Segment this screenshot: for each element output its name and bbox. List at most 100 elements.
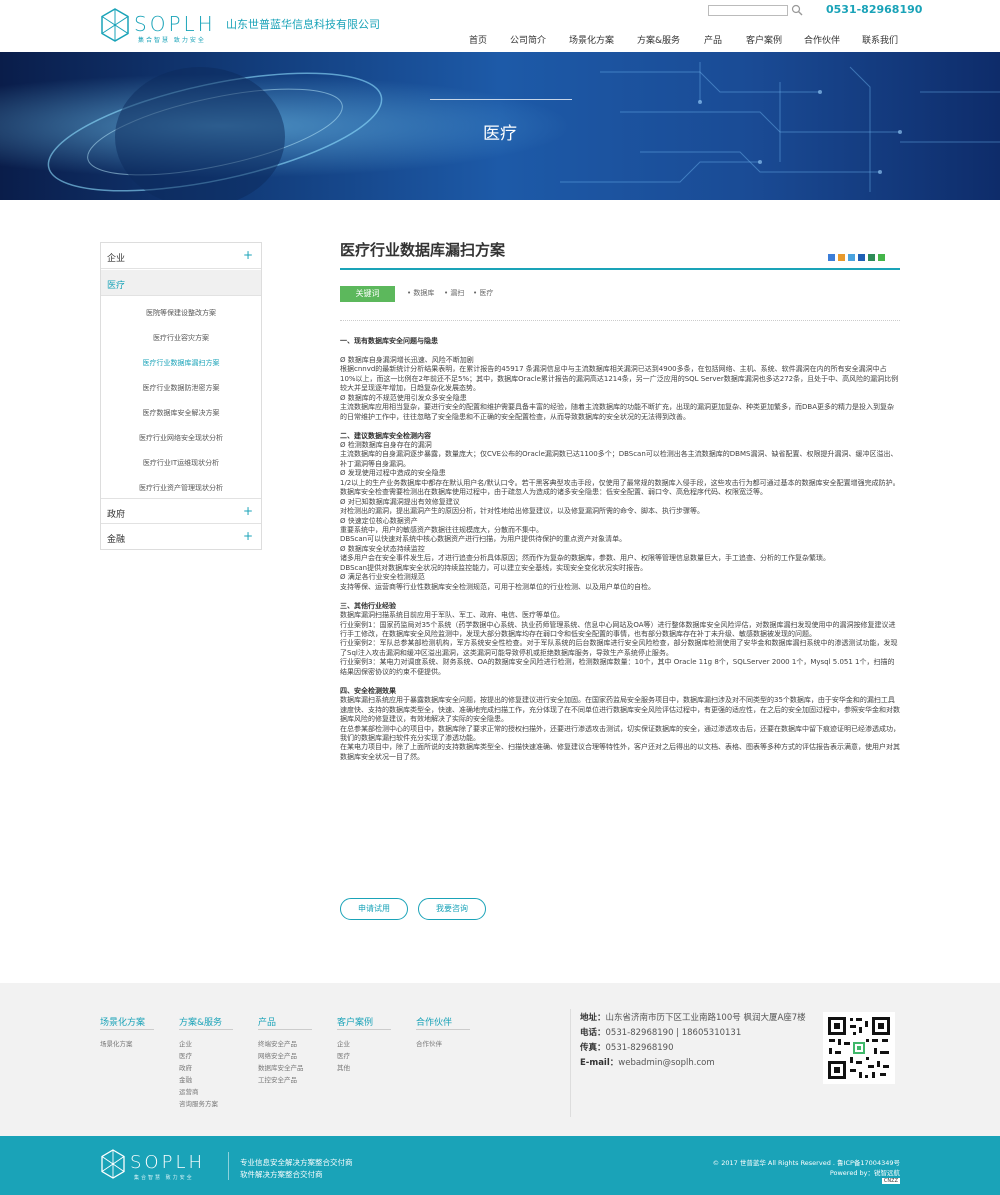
contact-value[interactable]: webadmin@soplh.com bbox=[618, 1058, 714, 1068]
contact-label: 传真： bbox=[580, 1043, 606, 1053]
contact-value: 0531-82968190 bbox=[605, 1043, 674, 1053]
bottom-bar: SOPLH 集合智慧 致力安全 专业信息安全解决方案整合交付商 软件解决方案整合… bbox=[0, 1136, 1000, 1195]
footer-link[interactable]: 其他 bbox=[337, 1062, 350, 1072]
sidebar-cat-medical[interactable]: 医疗 bbox=[101, 270, 261, 296]
banner-rule bbox=[430, 99, 572, 100]
sidebar-cat-enterprise[interactable]: 企业 + bbox=[101, 243, 261, 269]
sidebar-sub-item[interactable]: 医疗行业IT运维现状分析 bbox=[101, 458, 261, 468]
nav-scenarios[interactable]: 场景化方案 bbox=[569, 33, 614, 46]
footer-col-title[interactable]: 方案&服务 bbox=[179, 1015, 222, 1028]
footer-link[interactable]: 工控安全产品 bbox=[258, 1074, 297, 1084]
sidebar-cat-finance[interactable]: 金融 + bbox=[101, 524, 261, 550]
contact-label: 电话： bbox=[580, 1028, 606, 1038]
paragraph: 数据库漏扫系统应用于暴露数据库安全问题，按提出的修复建议进行安全加固。在国家药监… bbox=[340, 696, 900, 724]
paragraph: 行业案例1：国家药监局对35个系统（药学数据中心系统、执业药师管理系统、信息中心… bbox=[340, 620, 896, 638]
sidebar-sub-item[interactable]: 医疗行业容灾方案 bbox=[101, 333, 261, 343]
nav-products[interactable]: 产品 bbox=[704, 33, 722, 46]
sidebar-sub-item[interactable]: 医疗数据库安全解决方案 bbox=[101, 408, 261, 418]
share-wechat-icon[interactable] bbox=[878, 254, 885, 261]
share-qzone-icon[interactable] bbox=[828, 254, 835, 261]
article-title: 医疗行业数据库漏扫方案 bbox=[340, 241, 506, 259]
paragraph: 根据cnnvd的最新统计分析结果表明，在累计报告的45917 条漏洞信息中与主流… bbox=[340, 365, 899, 393]
article-body: 一、现有数据库安全问题与隐患 Ø 数据库自身漏洞增长迅速、风险不断加剧 根据cnnv… bbox=[340, 337, 900, 762]
title-rule bbox=[340, 268, 900, 270]
share-renren-icon[interactable] bbox=[858, 254, 865, 261]
search-icon[interactable] bbox=[791, 4, 803, 16]
footer-link[interactable]: 金融 bbox=[179, 1074, 192, 1084]
footer-link[interactable]: 医疗 bbox=[179, 1050, 192, 1060]
paragraph: Ø 数据库安全状态持续监控 bbox=[340, 544, 425, 553]
nav-contact[interactable]: 联系我们 bbox=[862, 33, 898, 46]
plus-icon[interactable]: + bbox=[243, 505, 253, 517]
apply-trial-button[interactable]: 申请试用 bbox=[340, 898, 408, 920]
paragraph: Ø 对已知数据库漏洞提出有效修复建议 bbox=[340, 497, 460, 506]
footer-link[interactable]: 网络安全产品 bbox=[258, 1050, 297, 1060]
cnzz-badge[interactable]: CNZZ bbox=[881, 1178, 900, 1184]
footer-col-title[interactable]: 场景化方案 bbox=[100, 1015, 145, 1028]
page-banner: 医疗 bbox=[0, 52, 1000, 200]
hotline-phone: 0531-82968190 bbox=[826, 3, 923, 16]
footer-col-title[interactable]: 产品 bbox=[258, 1015, 276, 1028]
banner-title: 医疗 bbox=[483, 124, 517, 144]
nav-cases[interactable]: 客户案例 bbox=[746, 33, 782, 46]
keyword-tag[interactable]: • 数据库 bbox=[407, 288, 434, 298]
keyword-tag[interactable]: • 漏扫 bbox=[444, 288, 464, 298]
powered-by[interactable]: Powered by：锐智远航 bbox=[830, 1167, 900, 1177]
paragraph: DBScan提供对数据库安全状况的持续监控能力，可以建立安全基线，实现安全变化状… bbox=[340, 563, 648, 572]
share-bar bbox=[828, 251, 888, 261]
footer-col-title[interactable]: 合作伙伴 bbox=[416, 1015, 452, 1028]
nav-about[interactable]: 公司简介 bbox=[510, 33, 546, 46]
sidebar-sub-item[interactable]: 医疗行业资产管理现状分析 bbox=[101, 483, 261, 493]
footer-link[interactable]: 咨询服务方案 bbox=[179, 1098, 218, 1108]
footer-logo-text: SOPLH bbox=[130, 1152, 206, 1173]
footer-link[interactable]: 企业 bbox=[179, 1038, 192, 1048]
nav-home[interactable]: 首页 bbox=[469, 33, 487, 46]
keyword-text: 数据库 bbox=[413, 289, 435, 297]
plus-icon[interactable]: + bbox=[243, 530, 253, 542]
footer-link[interactable]: 企业 bbox=[337, 1038, 350, 1048]
paragraph: 支持等保、运营商等行业性数据库安全检测规范，可用于检测单位的行业检测、以及用户单… bbox=[340, 582, 655, 591]
keyword-tag[interactable]: • 医疗 bbox=[473, 288, 493, 298]
paragraph: 主流数据库的自身漏洞逐步暴露，数量庞大；仅CVE公布的Oracle漏洞数已达11… bbox=[340, 450, 898, 468]
paragraph: 主流数据库应用相当复杂，要进行安全的配置和维护需要具备丰富的经验，随着主流数据库… bbox=[340, 403, 894, 421]
section-heading: 四、安全检测效果 bbox=[340, 686, 396, 695]
share-tencent-icon[interactable] bbox=[848, 254, 855, 261]
paragraph: 在总参某部检测中心的项目中，数据库除了要求正常的授权扫描外，还要进行渗透攻击测试… bbox=[340, 724, 900, 742]
sidebar-sub-item[interactable]: 医疗行业网络安全现状分析 bbox=[101, 433, 261, 443]
footer-link[interactable]: 合作伙伴 bbox=[416, 1038, 442, 1048]
category-sidebar: 企业 + 医疗 医院等保建设整改方案 医疗行业容灾方案 医疗行业数据库漏扫方案 … bbox=[100, 242, 262, 550]
sidebar-sub-item[interactable]: 医疗行业数据防泄密方案 bbox=[101, 383, 261, 393]
nav-partners[interactable]: 合作伙伴 bbox=[804, 33, 840, 46]
paragraph: Ø 满足各行业安全检测规范 bbox=[340, 573, 425, 582]
sidebar-cat-government[interactable]: 政府 + bbox=[101, 498, 261, 524]
plus-icon[interactable]: + bbox=[243, 249, 253, 261]
footer-col-title[interactable]: 客户案例 bbox=[337, 1015, 373, 1028]
footer-link[interactable]: 运营商 bbox=[179, 1086, 199, 1096]
footer-col-rule bbox=[337, 1029, 391, 1030]
contact-value: 山东省济南市历下区工业南路100号 枫润大厦A座7楼 bbox=[605, 1013, 806, 1023]
tagline-secondary: 软件解决方案整合交付商 bbox=[240, 1170, 323, 1179]
footer-link[interactable]: 政府 bbox=[179, 1062, 192, 1072]
qr-code-icon bbox=[823, 1012, 895, 1084]
section-heading: 一、现有数据库安全问题与隐患 bbox=[340, 337, 438, 345]
sidebar-sub-item[interactable]: 医院等保建设整改方案 bbox=[101, 308, 261, 318]
footer-link[interactable]: 医疗 bbox=[337, 1050, 350, 1060]
share-weibo-icon[interactable] bbox=[838, 254, 845, 261]
search-input[interactable] bbox=[708, 5, 788, 16]
footer-link[interactable]: 数据库安全产品 bbox=[258, 1062, 304, 1072]
share-douban-icon[interactable] bbox=[868, 254, 875, 261]
contact-fax: 传真：0531-82968190 bbox=[580, 1041, 673, 1053]
sidebar-sub-item-current[interactable]: 医疗行业数据库漏扫方案 bbox=[101, 358, 261, 368]
keyword-badge: 关键词 bbox=[340, 286, 395, 302]
footer-link[interactable]: 终端安全产品 bbox=[258, 1038, 297, 1048]
keyword-text: 漏扫 bbox=[450, 289, 465, 297]
footer-logo-slogan: 集合智慧 致力安全 bbox=[134, 1175, 194, 1181]
footer-link[interactable]: 场景化方案 bbox=[100, 1038, 133, 1048]
nav-solutions[interactable]: 方案&服务 bbox=[637, 33, 680, 46]
consult-button[interactable]: 我要咨询 bbox=[418, 898, 486, 920]
paragraph: 诸多用户会在安全事件发生后，才进行追查分析具体原因；然而作为复杂的数据库，参数、… bbox=[340, 554, 830, 563]
bottom-divider bbox=[228, 1152, 229, 1180]
header: SOPLH 集合智慧 致力安全 山东世普蓝华信息科技有限公司 0531-8296… bbox=[0, 0, 1000, 52]
contact-label: E-mail： bbox=[580, 1058, 619, 1068]
